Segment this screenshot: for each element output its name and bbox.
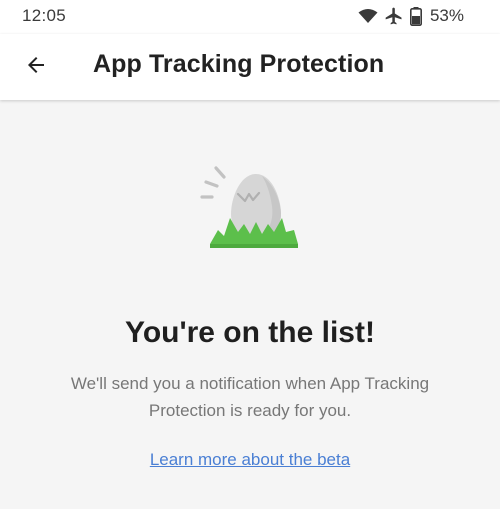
status-icons: 53% <box>358 5 464 27</box>
back-arrow-icon <box>24 53 48 82</box>
notification-message: We'll send you a notification when App T… <box>70 374 430 420</box>
app-bar: App Tracking Protection <box>0 34 500 100</box>
status-time: 12:05 <box>22 6 67 25</box>
airplane-icon <box>384 6 404 26</box>
egg-in-grass-illustration <box>196 160 306 252</box>
main-content: You're on the list! We'll send you a not… <box>0 100 500 509</box>
battery-icon <box>409 6 422 26</box>
page-title: App Tracking Protection <box>93 50 385 78</box>
battery-percent: 53% <box>429 6 464 25</box>
wifi-icon <box>358 8 378 24</box>
status-bar: 12:05 53% <box>0 0 500 34</box>
learn-more-link[interactable]: Learn more about the beta <box>150 450 350 469</box>
headline: You're on the list! <box>125 316 375 349</box>
back-button[interactable] <box>18 49 54 85</box>
